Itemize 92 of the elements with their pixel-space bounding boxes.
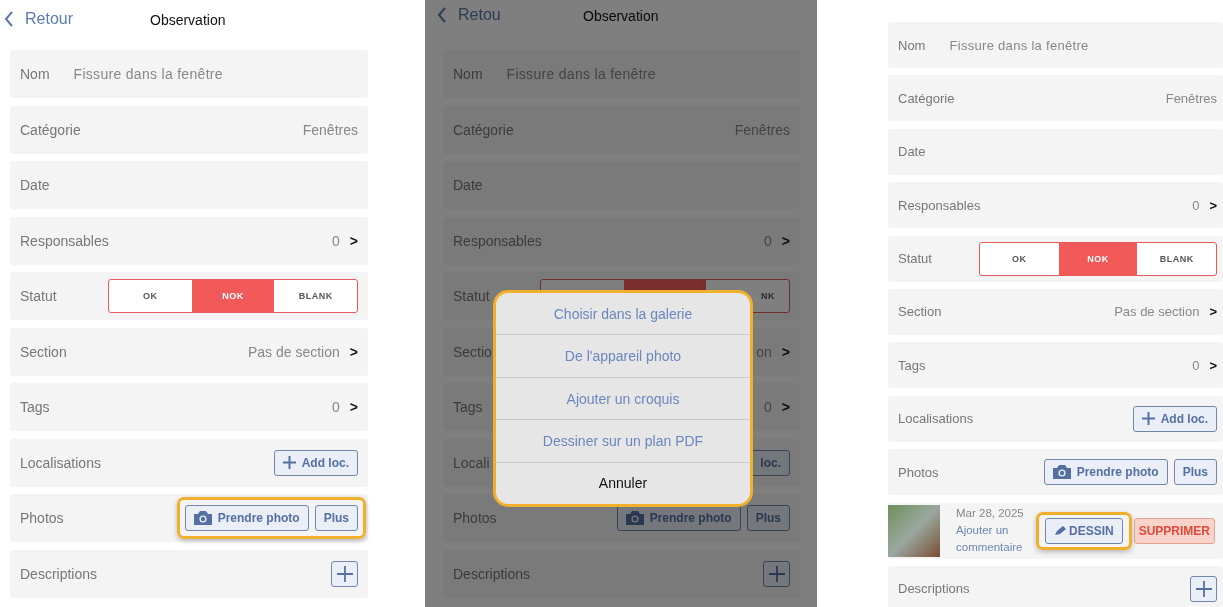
field-label: Descriptions <box>898 581 970 597</box>
field-label: Date <box>898 144 926 160</box>
back-icon[interactable] <box>437 7 447 23</box>
chevron-link[interactable]: > <box>781 343 790 360</box>
field-label: Catégorie <box>20 121 81 138</box>
back-link[interactable]: Retour <box>25 10 74 28</box>
chevron-link[interactable]: > <box>781 232 790 249</box>
status-option[interactable]: NOK <box>191 280 275 312</box>
pen-icon <box>1053 525 1067 536</box>
field-label: Catégorie <box>898 90 955 106</box>
chevron-link[interactable]: > <box>349 232 358 249</box>
field-value: 0 <box>1192 197 1200 213</box>
sheet-option[interactable]: Dessiner sur un plan PDF <box>496 420 750 463</box>
delete-button[interactable]: SUPPRIMER <box>1133 517 1215 544</box>
photo-placeholder[interactable] <box>888 504 940 557</box>
field-label: Locali <box>453 454 490 471</box>
camera-icon <box>625 511 644 525</box>
plus-icon <box>282 456 296 469</box>
add-description-button[interactable] <box>1190 575 1217 602</box>
field-label: Date <box>20 177 50 193</box>
field-value: Pas de section <box>247 343 340 360</box>
field-label: Descriptions <box>453 565 531 582</box>
sheet-option[interactable]: Ajouter un croquis <box>496 377 750 421</box>
add-description-button[interactable] <box>331 560 358 587</box>
chevron-link[interactable]: > <box>349 399 358 415</box>
field-label: Tags <box>898 357 926 373</box>
field-label: Photos <box>20 510 64 526</box>
field-label: Responsables <box>898 197 981 213</box>
sheet-option[interactable]: De l'appareil photo <box>496 335 750 378</box>
name-value[interactable]: Fissure dans la fenêtre <box>73 66 223 82</box>
field-value[interactable]: Fenêtres <box>302 121 358 138</box>
add-location-button[interactable]: Add loc. <box>273 449 358 476</box>
take-photo-button[interactable]: Prendre photo <box>184 505 309 531</box>
field-label: Descriptions <box>20 565 98 582</box>
more-button[interactable]: Plus <box>1173 459 1217 486</box>
plus-icon <box>768 565 785 582</box>
status-option[interactable]: OK <box>109 280 192 312</box>
field-label: Catégorie <box>453 121 514 138</box>
photo-date: Mar 28, 2025 <box>956 506 1025 521</box>
camera-icon <box>193 511 212 525</box>
field-label: Nom <box>453 66 483 82</box>
field-label: Tags <box>20 399 50 415</box>
field-value: Pas de section <box>1114 304 1200 320</box>
sheet-option[interactable]: Choisir dans la galerie <box>496 293 750 336</box>
back-link[interactable]: Retou <box>458 6 501 24</box>
screen-title: Observation <box>583 8 659 24</box>
add-description-button[interactable] <box>763 560 790 587</box>
add-location-button[interactable]: Add loc. <box>1132 405 1217 432</box>
chevron-link[interactable]: > <box>1209 304 1217 320</box>
cancel-option[interactable]: Annuler <box>496 462 750 504</box>
plus-icon <box>1195 580 1212 597</box>
field-label: Responsables <box>20 232 109 249</box>
field-label: Section <box>898 304 942 320</box>
plus-icon <box>336 565 353 582</box>
more-button[interactable]: Plus <box>746 505 790 531</box>
field-label: Localisations <box>20 454 101 471</box>
name-value[interactable]: Fissure dans la fenêtre <box>949 37 1089 53</box>
take-photo-button[interactable]: Prendre photo <box>616 505 741 531</box>
chevron-link[interactable]: > <box>1209 197 1217 213</box>
add-comment-link[interactable]: Ajouter un commentaire <box>956 522 1032 556</box>
draw-button[interactable]: DESSIN <box>1044 517 1123 544</box>
chevron-link[interactable]: > <box>349 343 358 360</box>
field-label: Statut <box>453 288 490 304</box>
take-photo-button[interactable]: Prendre photo <box>1043 459 1168 486</box>
field-label: Section <box>20 343 67 360</box>
add-location-button[interactable]: loc. <box>751 449 790 476</box>
field-label: Statut <box>20 288 57 304</box>
field-label: Responsables <box>453 232 542 249</box>
field-label: Statut <box>898 251 932 267</box>
field-label: Photos <box>898 464 939 480</box>
chevron-link[interactable]: > <box>781 399 790 415</box>
field-label: Photos <box>453 510 497 526</box>
field-value: 0 <box>332 232 340 249</box>
field-label: Nom <box>898 37 926 53</box>
chevron-link[interactable]: > <box>1209 357 1217 373</box>
plus-icon <box>1141 412 1155 426</box>
field-label: Date <box>453 177 483 193</box>
status-option[interactable]: BLANK <box>1137 242 1216 275</box>
status-option[interactable]: OK <box>980 242 1059 275</box>
field-label: Nom <box>20 66 50 82</box>
camera-icon <box>1052 465 1071 480</box>
status-option[interactable]: NOK <box>1058 242 1138 275</box>
field-label: Sectio <box>453 343 492 360</box>
status-option[interactable]: BLANK <box>274 280 357 312</box>
field-value: 0 <box>332 399 340 415</box>
field-label: Localisations <box>898 411 974 427</box>
more-button[interactable]: Plus <box>314 505 358 531</box>
field-value: 0 <box>1192 357 1200 373</box>
back-icon[interactable] <box>4 11 14 27</box>
screen-title: Observation <box>150 12 226 28</box>
field-value[interactable]: Fenêtres <box>1165 90 1217 106</box>
field-label: Tags <box>453 399 483 415</box>
